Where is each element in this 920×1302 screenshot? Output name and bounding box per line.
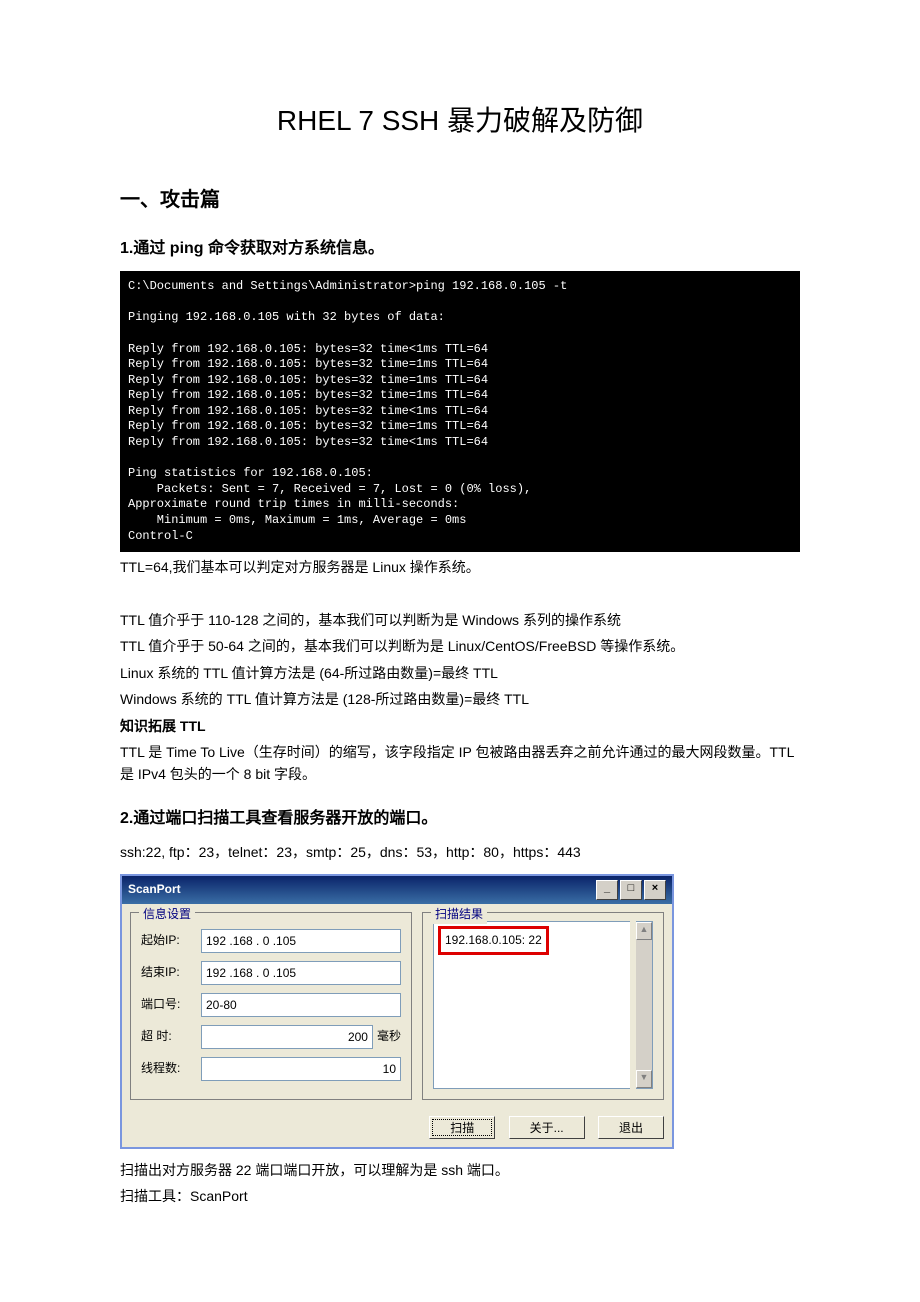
scroll-down-icon[interactable]: ▼ [636,1070,652,1088]
scanport-footer: 扫描 关于... 退出 [122,1108,672,1147]
about-button[interactable]: 关于... [509,1116,585,1139]
result-box: 192.168.0.105: 22 [433,921,630,1089]
scanport-titlebar: ScanPort _ □ × [122,876,672,904]
terminal-output: C:\Documents and Settings\Administrator>… [120,271,800,552]
info-settings-label: 信息设置 [139,905,195,924]
start-ip-label: 起始IP: [141,931,201,950]
close-button[interactable]: × [644,880,666,900]
ttl-paragraph: TTL 值介乎于 110-128 之间的，基本我们可以判断为是 Windows … [120,609,800,631]
exit-button[interactable]: 退出 [598,1116,664,1139]
start-ip-input[interactable]: 192 .168 . 0 .105 [201,929,401,953]
scan-note: 扫描出对方服务器 22 端口端口开放，可以理解为是 ssh 端口。 [120,1159,800,1181]
scan-tool-note: 扫描工具：ScanPort [120,1185,800,1207]
ttl-paragraph: Windows 系统的 TTL 值计算方法是 (128-所过路由数量)=最终 T… [120,688,800,710]
ports-line: ssh:22, ftp：23，telnet：23，smtp：25，dns：53，… [120,841,800,863]
scan-button[interactable]: 扫描 [429,1116,495,1139]
timeout-input[interactable]: 200 [201,1025,373,1049]
scroll-up-icon[interactable]: ▲ [636,922,652,940]
section-heading-attack: 一、攻击篇 [120,184,800,216]
ttl-knowledge-heading: 知识拓展 TTL [120,715,800,737]
timeout-label: 超 时: [141,1027,201,1046]
ttl-paragraph: TTL 值介乎于 50-64 之间的，基本我们可以判断为是 Linux/Cent… [120,635,800,657]
scanport-window: ScanPort _ □ × 信息设置 起始IP: 192 .168 . 0 .… [120,874,674,1149]
threads-input[interactable]: 10 [201,1057,401,1081]
step2-heading: 2.通过端口扫描工具查看服务器开放的端口。 [120,806,800,832]
end-ip-input[interactable]: 192 .168 . 0 .105 [201,961,401,985]
page-title: RHEL 7 SSH 暴力破解及防御 [120,99,800,144]
ttl-note: TTL=64,我们基本可以判定对方服务器是 Linux 操作系统。 [120,556,800,578]
ttl-knowledge-paragraph: TTL 是 Time To Live（生存时间）的缩写，该字段指定 IP 包被路… [120,741,800,786]
scrollbar[interactable]: ▲ ▼ [636,921,653,1089]
info-settings-panel: 信息设置 起始IP: 192 .168 . 0 .105 结束IP: 192 .… [130,912,412,1100]
result-line: 192.168.0.105: 22 [438,926,549,955]
result-label: 扫描结果 [431,905,487,924]
step1-heading: 1.通过 ping 命令获取对方系统信息。 [120,236,800,262]
threads-label: 线程数: [141,1059,201,1078]
titlebar-buttons: _ □ × [596,880,666,900]
port-label: 端口号: [141,995,201,1014]
end-ip-label: 结束IP: [141,963,201,982]
port-input[interactable]: 20-80 [201,993,401,1017]
result-panel: 扫描结果 192.168.0.105: 22 ▲ ▼ [422,912,664,1100]
minimize-button[interactable]: _ [596,880,618,900]
maximize-button[interactable]: □ [620,880,642,900]
ttl-paragraph: Linux 系统的 TTL 值计算方法是 (64-所过路由数量)=最终 TTL [120,662,800,684]
scanport-title: ScanPort [128,880,181,899]
timeout-unit: 毫秒 [377,1027,401,1046]
